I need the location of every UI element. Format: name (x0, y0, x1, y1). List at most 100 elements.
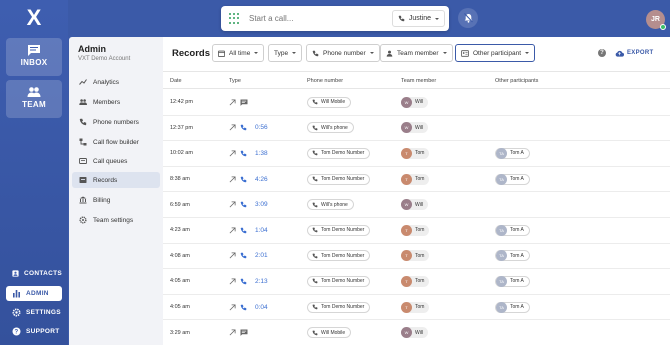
phone-icon (312, 125, 318, 131)
team-member-chip[interactable]: T Tom (401, 275, 430, 287)
rail-support-button[interactable]: ? SUPPORT (6, 324, 62, 339)
participant-name: Tom A (510, 278, 524, 285)
filter-team-member[interactable]: Team member (380, 44, 453, 62)
help-icon[interactable]: ? (598, 49, 606, 57)
other-participant-chip[interactable]: TA Tom A (495, 275, 530, 287)
call-duration-link[interactable]: 2:13 (255, 278, 268, 285)
filter-other-participant[interactable]: Other participant (455, 44, 536, 62)
team-member-chip[interactable]: T Tom (401, 224, 430, 236)
row-date: 12:37 pm (170, 124, 193, 131)
call-duration-link[interactable]: 3:09 (255, 201, 268, 208)
left-rail: X INBOX TEAM CONTACTS ADMIN SETTINGS ? S… (0, 0, 68, 345)
table-row[interactable]: 10:02 am 1:38 Tom Demo Number T Tom TA Tom A (163, 141, 670, 167)
start-call-input[interactable] (249, 14, 369, 23)
call-duration-link[interactable]: 1:38 (255, 150, 268, 157)
call-duration-link[interactable]: 0:04 (255, 304, 268, 311)
help-circle-icon: ? (12, 327, 21, 336)
filter-time[interactable]: All time (212, 44, 265, 62)
phone-number-label: Tom Demo Number (321, 176, 365, 183)
queue-icon (79, 158, 87, 164)
table-row[interactable]: 4:05 am 0:04 Tom Demo Number T Tom TA Tom A (163, 295, 670, 321)
outgoing-arrow-icon (229, 227, 236, 234)
phone-number-chip[interactable]: Tom Demo Number (307, 173, 371, 185)
phone-icon (240, 201, 247, 208)
app-logo[interactable]: X (24, 7, 44, 29)
table-row[interactable]: 12:42 pm Will Mobile W Will (163, 90, 670, 116)
team-member-chip[interactable]: T Tom (401, 301, 430, 313)
nav-analytics[interactable]: Analytics (72, 74, 160, 90)
filter-other-label: Other participant (473, 49, 522, 57)
rail-team-button[interactable]: TEAM (6, 80, 62, 118)
rail-contacts-button[interactable]: CONTACTS (6, 266, 62, 281)
member-avatar: T (401, 250, 412, 262)
rail-admin-button[interactable]: ADMIN (6, 286, 62, 301)
row-type (229, 90, 248, 115)
outgoing-arrow-icon (229, 304, 236, 310)
other-participant-chip[interactable]: TA Tom A (495, 147, 530, 159)
phone-number-chip[interactable]: Tom Demo Number (307, 275, 371, 287)
table-row[interactable]: 6:59 am 3:09 Will's phone W Will (163, 192, 670, 218)
phone-icon (79, 118, 87, 126)
dialpad-icon[interactable] (229, 12, 239, 25)
team-member-chip[interactable]: W Will (401, 96, 429, 108)
other-participant-chip[interactable]: TA Tom A (495, 173, 530, 185)
filter-phone-number[interactable]: Phone number (306, 44, 380, 62)
notifications-button[interactable] (458, 8, 478, 28)
nav-records[interactable]: Records (72, 172, 160, 188)
calendar-icon (218, 50, 225, 57)
team-member-chip[interactable]: T Tom (401, 147, 430, 159)
chevron-down-icon (525, 52, 530, 54)
phone-number-chip[interactable]: Tom Demo Number (307, 250, 371, 262)
nav-call-flow-builder[interactable]: Call flow builder (72, 134, 160, 150)
online-status-dot (660, 24, 666, 30)
phone-number-label: Tom Demo Number (321, 252, 365, 259)
team-member-chip[interactable]: W Will (401, 199, 429, 211)
nav-team-settings[interactable]: Team settings (72, 212, 160, 228)
team-member-chip[interactable]: W Will (401, 327, 429, 339)
user-avatar[interactable]: JR (646, 10, 666, 30)
phone-number-chip[interactable]: Tom Demo Number (307, 301, 371, 313)
rail-inbox-button[interactable]: INBOX (6, 38, 62, 76)
phone-number-chip[interactable]: Tom Demo Number (307, 224, 371, 236)
phone-number-label: Will's phone (321, 124, 348, 131)
table-row[interactable]: 12:37 pm 0:56 Will's phone W Will (163, 116, 670, 142)
nav-phone-numbers[interactable]: Phone numbers (72, 114, 160, 130)
chevron-down-icon (442, 52, 447, 54)
export-button[interactable]: EXPORT (615, 46, 653, 60)
table-row[interactable]: 8:38 am 4:26 Tom Demo Number T Tom TA Tom A (163, 167, 670, 193)
team-member-chip[interactable]: T Tom (401, 250, 430, 262)
other-participant-chip[interactable]: TA Tom A (495, 224, 530, 236)
row-date: 8:38 am (170, 176, 190, 183)
participant-avatar: TA (496, 250, 507, 262)
phone-number-chip[interactable]: Will Mobile (307, 327, 352, 339)
member-name: Tom (415, 227, 425, 234)
other-participant-chip[interactable]: TA Tom A (495, 250, 530, 262)
phone-number-chip[interactable]: Tom Demo Number (307, 147, 371, 159)
nav-members[interactable]: Members (72, 94, 160, 110)
rail-settings-button[interactable]: SETTINGS (6, 305, 62, 320)
table-row[interactable]: 3:29 am Will Mobile W Will (163, 320, 670, 345)
phone-number-chip[interactable]: Will's phone (307, 199, 354, 211)
call-duration-link[interactable]: 0:56 (255, 124, 268, 131)
team-member-chip[interactable]: T Tom (401, 173, 430, 185)
call-duration-link[interactable]: 2:01 (255, 252, 268, 259)
nav-call-queues[interactable]: Call queues (72, 153, 160, 169)
phone-number-chip[interactable]: Will Mobile (307, 96, 352, 108)
nav-billing[interactable]: Billing (72, 192, 160, 208)
member-name: Tom (415, 252, 425, 259)
member-avatar: W (401, 96, 412, 108)
participant-name: Tom A (510, 150, 524, 157)
table-row[interactable]: 4:08 am 2:01 Tom Demo Number T Tom TA Tom A (163, 244, 670, 270)
call-duration-link[interactable]: 4:26 (255, 176, 268, 183)
row-type: 3:09 (229, 192, 268, 217)
other-participant-chip[interactable]: TA Tom A (495, 301, 530, 313)
call-duration-link[interactable]: 1:04 (255, 227, 268, 234)
filter-type[interactable]: Type (268, 44, 303, 62)
table-row[interactable]: 4:05 am 2:13 Tom Demo Number T Tom TA Tom A (163, 269, 670, 295)
participant-name: Tom A (510, 227, 524, 234)
team-member-chip[interactable]: W Will (401, 122, 429, 134)
table-row[interactable]: 4:23 am 1:04 Tom Demo Number T Tom TA Tom A (163, 218, 670, 244)
team-icon (27, 87, 41, 97)
phone-number-chip[interactable]: Will's phone (307, 122, 354, 134)
caller-id-select[interactable]: Justine (391, 10, 445, 27)
